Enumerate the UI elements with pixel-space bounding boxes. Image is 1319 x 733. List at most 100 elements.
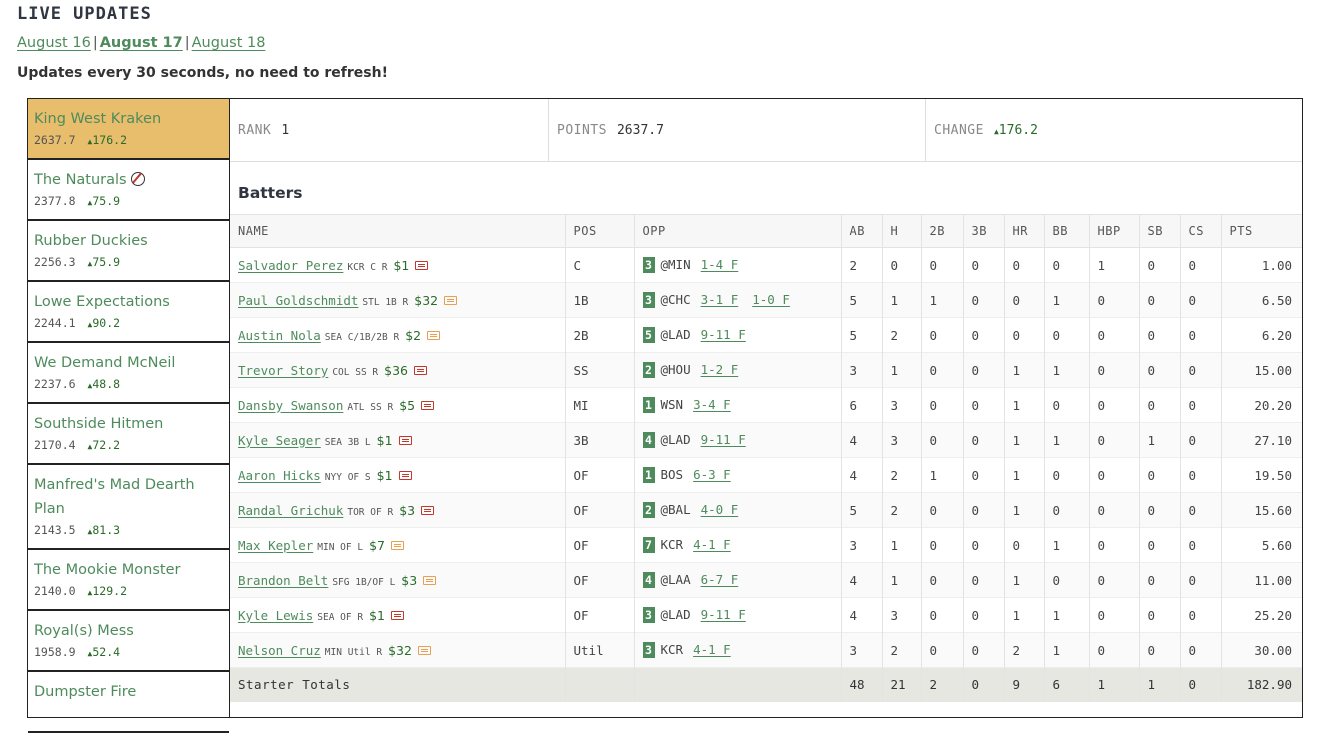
stat-cell: 0 [1089,457,1140,493]
column-header[interactable]: HBP [1089,214,1140,248]
totals-stat: 0 [963,667,1005,702]
player-card-icon[interactable] [391,610,404,620]
table-row: Austin Nola SEA C/1B/2B R $2 2B 5 @LAD 9-11 F5… [230,317,1302,353]
totals-stat: 48 [841,667,883,702]
opp-cell: 4 @LAA 6-7 F [634,562,842,598]
team-item[interactable]: Lowe Expectations 2244.1 ▲90.2 [28,282,229,343]
game-score-link[interactable]: 3-4 F [693,397,731,412]
player-link[interactable]: Brandon Belt [238,573,328,588]
pos-cell: MI [565,387,635,423]
game-score-link[interactable]: 9-11 F [701,327,746,342]
player-card-icon[interactable] [423,575,437,585]
totals-stat: 21 [882,667,922,702]
stat-cell: 0 [1139,282,1181,318]
column-header[interactable]: BB [1044,214,1090,248]
player-link[interactable]: Max Kepler [238,538,313,553]
game-score-link[interactable]: 9-11 F [701,432,746,447]
pos-cell: OF [565,562,635,598]
game-score-link[interactable]: 9-11 F [701,607,746,622]
player-link[interactable]: Trevor Story [238,363,328,378]
player-card-icon[interactable] [398,470,412,480]
player-link[interactable]: Paul Goldschmidt [238,293,358,308]
column-header[interactable]: CS [1180,214,1222,248]
team-item[interactable]: Dumpster Fire [28,672,229,733]
column-header[interactable]: 2B [921,214,964,248]
player-salary: $1 [369,607,385,623]
team-item[interactable]: King West Kraken 2637.7 ▲176.2 [28,99,229,160]
team-item[interactable]: Manfred's Mad Dearth Plan 2143.5 ▲81.3 [28,465,229,550]
player-card-icon[interactable] [391,540,404,550]
player-salary: $3 [399,502,416,518]
player-link[interactable]: Kyle Seager [238,433,321,448]
team-item[interactable]: Royal(s) Mess 1958.9 ▲52.4 [28,611,229,672]
player-card-icon[interactable] [415,260,429,270]
player-link[interactable]: Randal Grichuk [238,503,343,518]
game-score-link[interactable]: 4-1 F [693,537,731,552]
team-item[interactable]: We Demand McNeil 2237.6 ▲48.8 [28,343,229,404]
opponent: @BAL [660,502,691,517]
player-card-icon[interactable] [398,435,412,445]
team-item[interactable]: The Naturals 2377.8 ▲75.9 [28,160,229,221]
player-hand: R [376,646,383,658]
date-link-aug16[interactable]: August 16 [17,35,91,51]
totals-empty [634,667,842,702]
stat-cell: 0 [1139,562,1181,598]
game-score-link[interactable]: 1-0 F [752,292,790,307]
stat-cell: 4 [841,562,883,598]
stat-cell: 0 [963,632,1005,668]
player-eligibility: 3B [347,436,360,448]
column-header[interactable]: SB [1139,214,1181,248]
team-item[interactable]: The Mookie Monster 2140.0 ▲129.2 [28,550,229,611]
player-link[interactable]: Dansby Swanson [238,398,343,413]
stat-cell: 1 [1044,282,1090,318]
stat-cell: 3 [841,527,883,563]
game-score-link[interactable]: 6-7 F [701,572,739,587]
column-header[interactable]: POS [565,214,635,248]
player-link[interactable]: Aaron Hicks [238,468,321,483]
column-header[interactable]: HR [1004,214,1045,248]
game-score-link[interactable]: 1-4 F [701,257,739,272]
player-link[interactable]: Kyle Lewis [238,608,313,623]
stat-cell: 0 [963,247,1005,283]
player-hand: R [372,366,379,378]
column-header[interactable]: OPP [634,214,842,248]
column-header[interactable]: H [882,214,922,248]
stat-cell: 1 [1139,422,1181,458]
column-header[interactable]: PTS [1221,215,1302,248]
stat-cell: 2 [841,247,883,283]
date-link-aug18[interactable]: August 18 [192,35,266,51]
batting-order-badge: 4 [642,432,655,448]
stat-cell: 0 [1044,387,1090,423]
stat-cell: 0 [1180,492,1222,528]
opponent: @LAD [660,432,691,447]
player-card-icon[interactable] [421,505,435,515]
game-score-link[interactable]: 4-1 F [693,642,731,657]
stat-cell: 3 [841,352,883,388]
player-card-icon[interactable] [427,330,441,340]
stat-cell: 0 [1089,352,1140,388]
team-item[interactable]: Southside Hitmen 2170.4 ▲72.2 [28,404,229,465]
player-link[interactable]: Austin Nola [238,328,321,343]
date-link-aug17[interactable]: August 17 [100,35,183,51]
player-card-icon[interactable] [417,645,431,655]
player-salary: $5 [399,397,416,413]
team-item[interactable]: Rubber Duckies 2256.3 ▲75.9 [28,221,229,282]
player-card-icon[interactable] [421,400,435,410]
player-card-icon[interactable] [444,295,458,305]
game-score-link[interactable]: 4-0 F [701,502,739,517]
player-tag: NYY OF S [325,472,371,483]
game-score-link[interactable]: 1-2 F [701,362,739,377]
game-score-link[interactable]: 3-1 F [701,292,739,307]
column-header[interactable]: 3B [963,214,1005,248]
opponent: @HOU [660,362,691,377]
stat-cell: 1 [1089,247,1140,283]
player-link[interactable]: Salvador Perez [238,258,343,273]
team-points: 2637.7 [34,133,76,147]
column-header[interactable]: NAME [230,214,566,248]
player-link[interactable]: Nelson Cruz [238,643,321,658]
column-header[interactable]: AB [841,214,883,248]
player-card-icon[interactable] [414,365,427,375]
team-stats: 1958.9 ▲52.4 [34,645,223,659]
opponent: @LAA [660,572,691,587]
game-score-link[interactable]: 6-3 F [693,467,731,482]
